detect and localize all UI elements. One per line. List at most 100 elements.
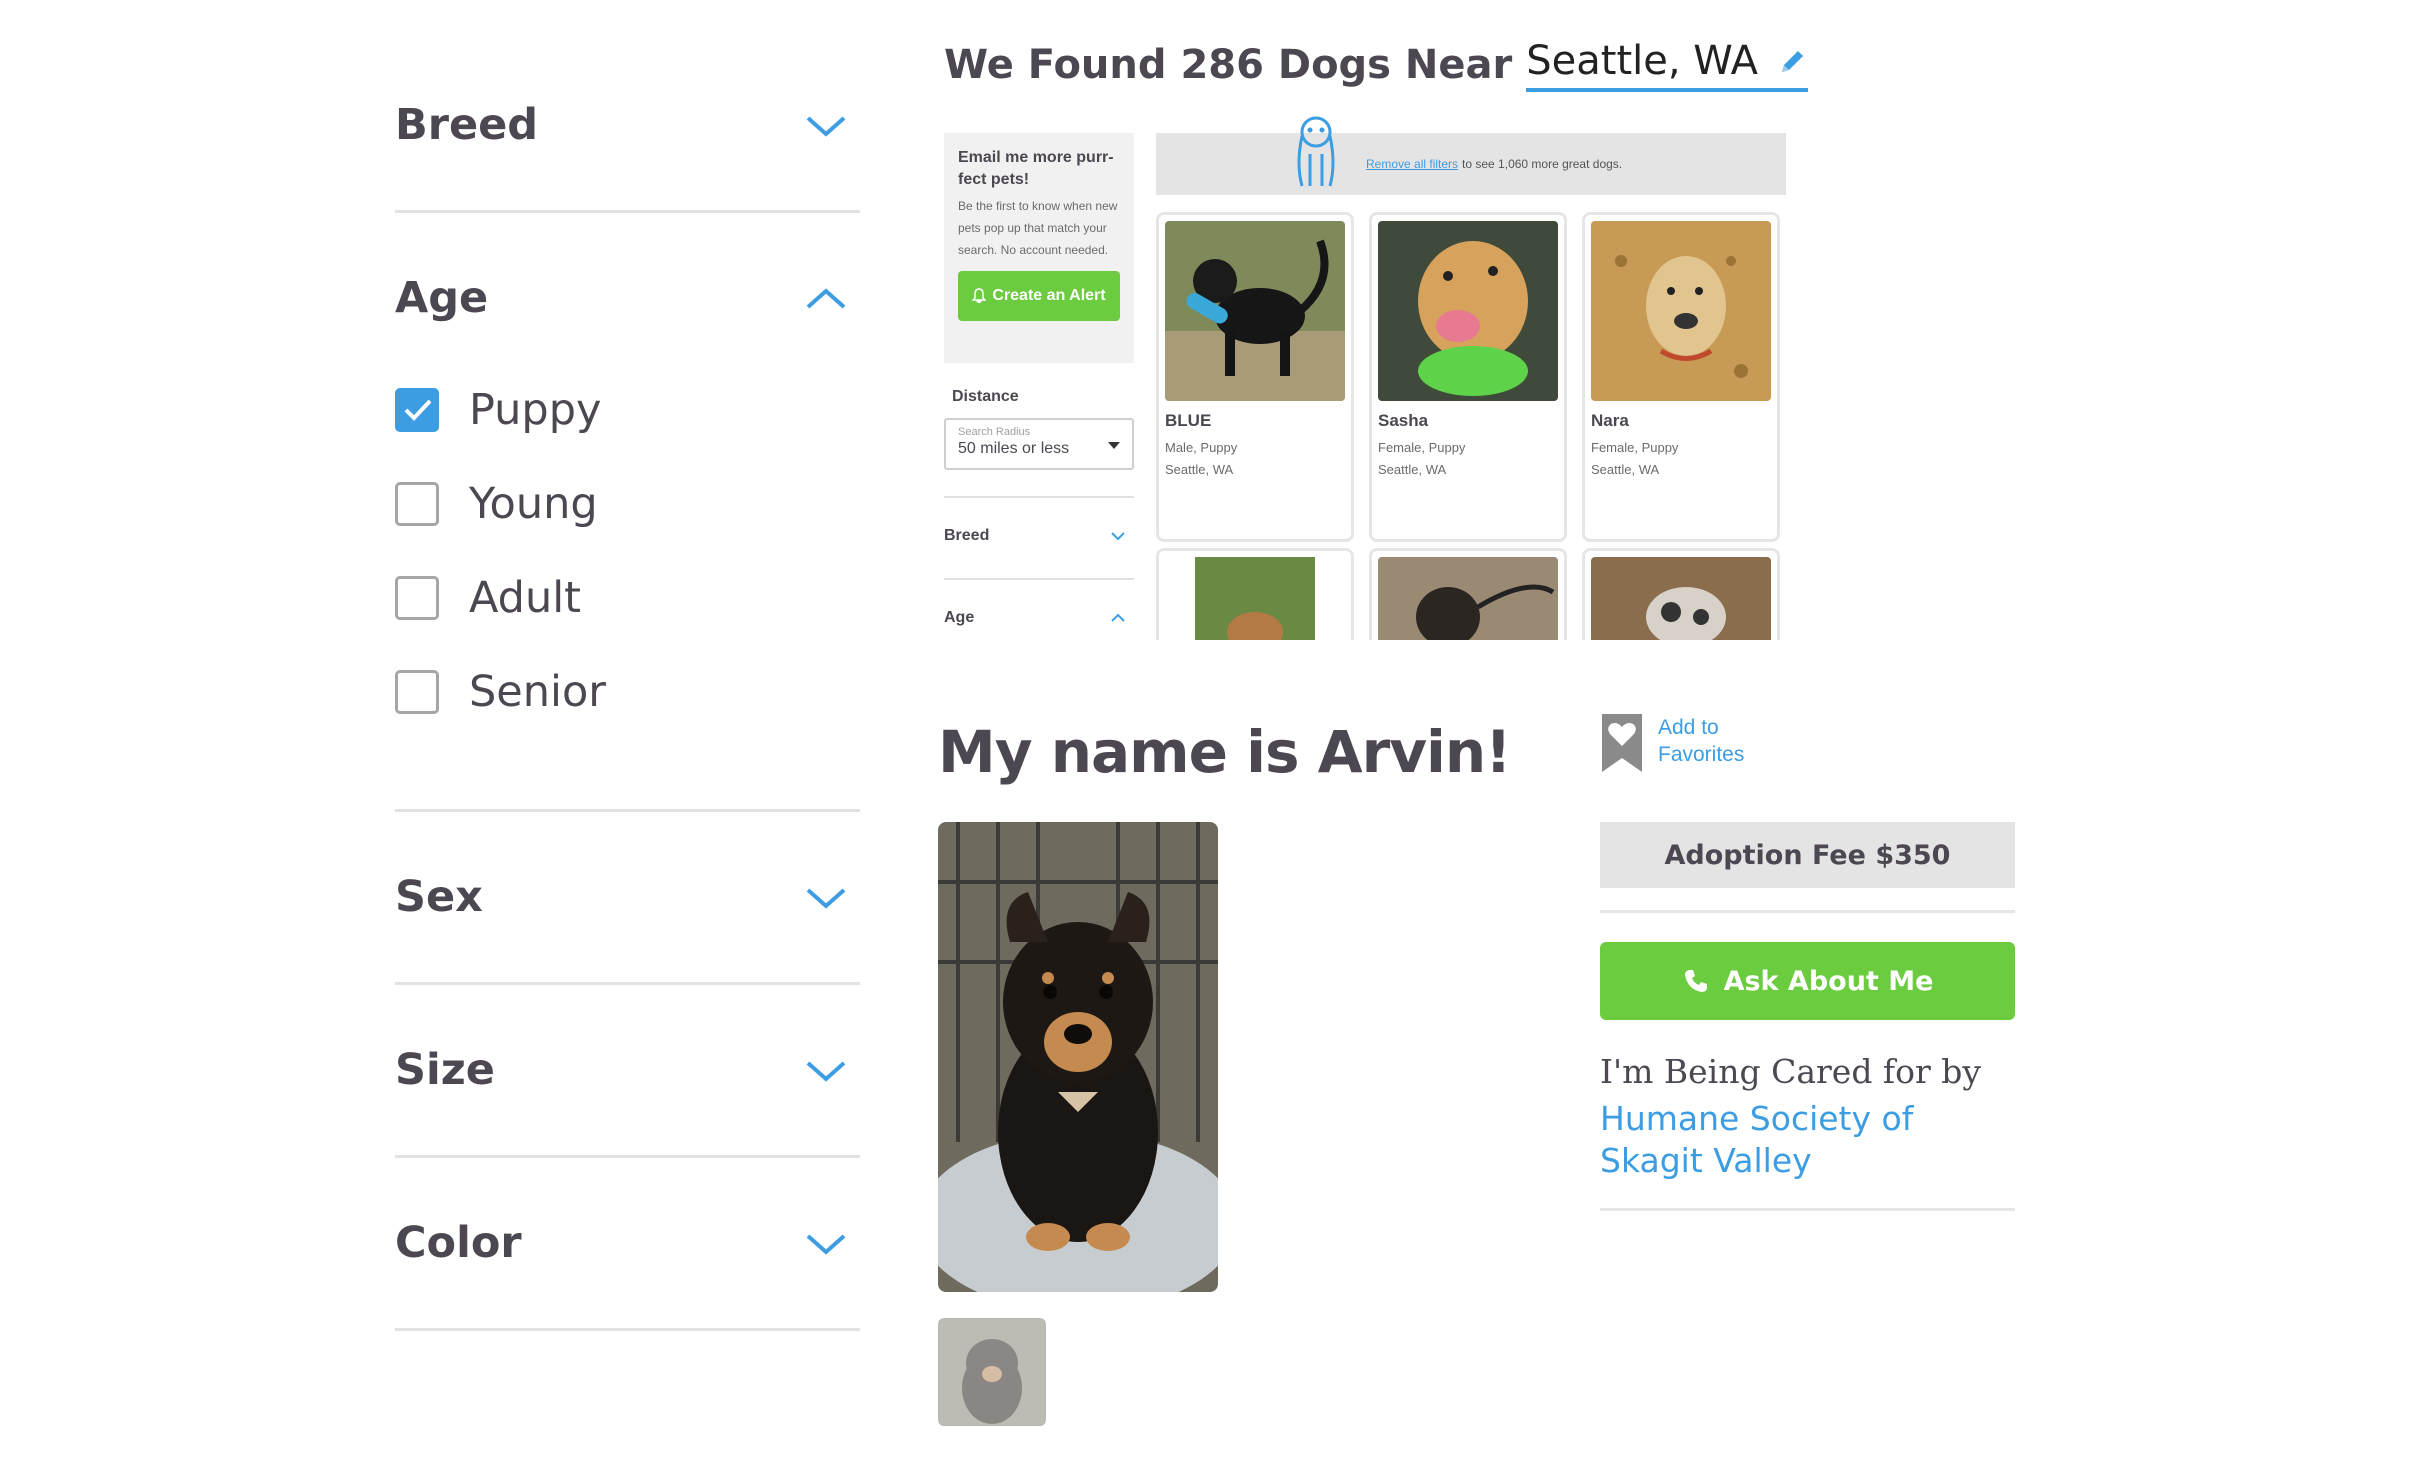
check-icon <box>404 399 432 421</box>
remove-filters-link[interactable]: Remove all filters <box>1366 157 1458 171</box>
chevron-up-icon <box>1111 613 1125 622</box>
filter-breed: Breed <box>395 40 860 213</box>
young-checkbox[interactable] <box>395 482 439 526</box>
results-count-text: We Found 286 Dogs Near <box>944 42 1513 88</box>
age-option-young[interactable]: Young <box>395 457 860 551</box>
chevron-down-icon <box>806 1061 846 1082</box>
filter-sex-label: Sex <box>395 872 483 922</box>
mini-filter-breed[interactable]: Breed <box>944 496 1134 574</box>
chevron-down-icon <box>1111 532 1125 541</box>
age-option-adult[interactable]: Adult <box>395 551 860 645</box>
pet-card[interactable] <box>1369 548 1567 640</box>
pet-info: Female, Puppy Seattle, WA <box>1378 437 1558 481</box>
pet-sex-age: Female, Puppy <box>1591 440 1679 455</box>
divider <box>1600 910 2015 913</box>
remove-filters-banner: Remove all filters to see 1,060 more gre… <box>1156 133 1786 195</box>
filter-color-label: Color <box>395 1218 522 1268</box>
pet-location: Seattle, WA <box>1378 462 1447 477</box>
filter-age: Age Puppy Young Adult Senior <box>395 213 860 812</box>
ask-about-me-button[interactable]: Ask About Me <box>1600 942 2015 1020</box>
pencil-icon[interactable] <box>1778 46 1808 76</box>
pet-photo <box>1378 221 1558 401</box>
age-option-label: Puppy <box>469 385 602 435</box>
pet-photo <box>1165 221 1345 401</box>
adoption-fee: Adoption Fee $350 <box>1600 822 2015 888</box>
pet-name: Sasha <box>1378 411 1429 430</box>
chevron-down-icon <box>806 116 846 137</box>
mini-filter-age[interactable]: Age <box>944 578 1134 656</box>
mascot-icon <box>1297 116 1335 187</box>
age-option-label: Young <box>469 479 598 529</box>
pet-card[interactable] <box>1582 548 1780 640</box>
add-to-favorites[interactable]: Add to Favorites <box>1600 712 1744 774</box>
banner-text: to see 1,060 more great dogs. <box>1462 157 1623 171</box>
bell-icon <box>972 288 987 304</box>
location-value: Seattle, WA <box>1526 38 1759 84</box>
favorites-line-2: Favorites <box>1658 743 1745 766</box>
alert-heading: Email me more purr-fect pets! <box>958 149 1114 188</box>
pet-name: BLUE <box>1165 411 1212 430</box>
filter-breed-toggle[interactable]: Breed <box>395 40 860 210</box>
pet-info: Female, Puppy Seattle, WA <box>1591 437 1771 481</box>
favorites-label: Add to Favorites <box>1658 714 1744 768</box>
pet-photo-thumbnail[interactable] <box>938 1318 1046 1426</box>
filter-panel: Breed Age Puppy Young Adult Senior Sex S… <box>395 40 860 1331</box>
heart-bookmark-icon <box>1602 714 1642 772</box>
filter-sex-toggle[interactable]: Sex <box>395 812 860 982</box>
distance-label: Distance <box>952 388 1019 405</box>
pet-name: Nara <box>1591 411 1629 430</box>
cared-for-heading: I'm Being Cared for by <box>1600 1052 1982 1091</box>
pet-card-nara[interactable]: Nara Female, Puppy Seattle, WA <box>1582 212 1780 542</box>
pet-card[interactable] <box>1156 548 1354 640</box>
pet-card-blue[interactable]: BLUE Male, Puppy Seattle, WA <box>1156 212 1354 542</box>
chevron-down-icon <box>806 1234 846 1255</box>
age-options: Puppy Young Adult Senior <box>395 363 860 809</box>
adult-checkbox[interactable] <box>395 576 439 620</box>
age-option-puppy[interactable]: Puppy <box>395 363 860 457</box>
caret-down-icon <box>1108 442 1120 449</box>
pet-photo <box>1378 557 1558 640</box>
favorites-line-1: Add to <box>1658 716 1719 739</box>
create-alert-button[interactable]: Create an Alert <box>958 271 1120 321</box>
filter-sex: Sex <box>395 812 860 985</box>
pet-card-sasha[interactable]: Sasha Female, Puppy Seattle, WA <box>1369 212 1567 542</box>
pet-info: Male, Puppy Seattle, WA <box>1165 437 1345 481</box>
pet-location: Seattle, WA <box>1591 462 1660 477</box>
filter-color-toggle[interactable]: Color <box>395 1158 860 1328</box>
radius-value: 50 miles or less <box>958 440 1070 457</box>
location-field[interactable]: Seattle, WA <box>1526 38 1809 92</box>
alert-description: Be the first to know when new pets pop u… <box>958 199 1118 257</box>
chevron-down-icon <box>806 888 846 909</box>
ask-about-me-label: Ask About Me <box>1723 965 1934 997</box>
organization-link[interactable]: Humane Society of Skagit Valley <box>1600 1098 2015 1182</box>
divider <box>1600 1208 2015 1211</box>
mini-filter-label: Age <box>944 609 975 626</box>
pet-title: My name is Arvin! <box>938 718 1512 786</box>
filter-size-label: Size <box>395 1045 495 1095</box>
age-option-label: Adult <box>469 573 582 623</box>
results-heading: We Found 286 Dogs Near Seattle, WA <box>944 38 1809 92</box>
pet-sex-age: Male, Puppy <box>1165 440 1238 455</box>
puppy-checkbox[interactable] <box>395 388 439 432</box>
filter-age-label: Age <box>395 273 489 323</box>
email-alert-box: Email me more purr-fect pets! Be the fir… <box>944 133 1134 363</box>
filter-age-toggle[interactable]: Age <box>395 213 860 383</box>
pet-photo <box>1165 557 1345 640</box>
radius-caption: Search Radius <box>958 426 1031 438</box>
pet-location: Seattle, WA <box>1165 462 1234 477</box>
senior-checkbox[interactable] <box>395 670 439 714</box>
filter-breed-label: Breed <box>395 100 539 150</box>
chevron-up-icon <box>806 288 846 309</box>
pet-photo <box>1591 221 1771 401</box>
phone-icon <box>1684 970 1707 992</box>
mini-filter-label: Breed <box>944 527 990 544</box>
pet-sex-age: Female, Puppy <box>1378 440 1466 455</box>
filter-size: Size <box>395 985 860 1158</box>
age-option-senior[interactable]: Senior <box>395 645 860 739</box>
pet-photo <box>1591 557 1771 640</box>
filter-size-toggle[interactable]: Size <box>395 985 860 1155</box>
search-radius-select[interactable]: Search Radius 50 miles or less <box>944 418 1134 470</box>
create-alert-label: Create an Alert <box>992 287 1106 304</box>
filter-color: Color <box>395 1158 860 1331</box>
pet-main-photo[interactable] <box>938 822 1218 1292</box>
